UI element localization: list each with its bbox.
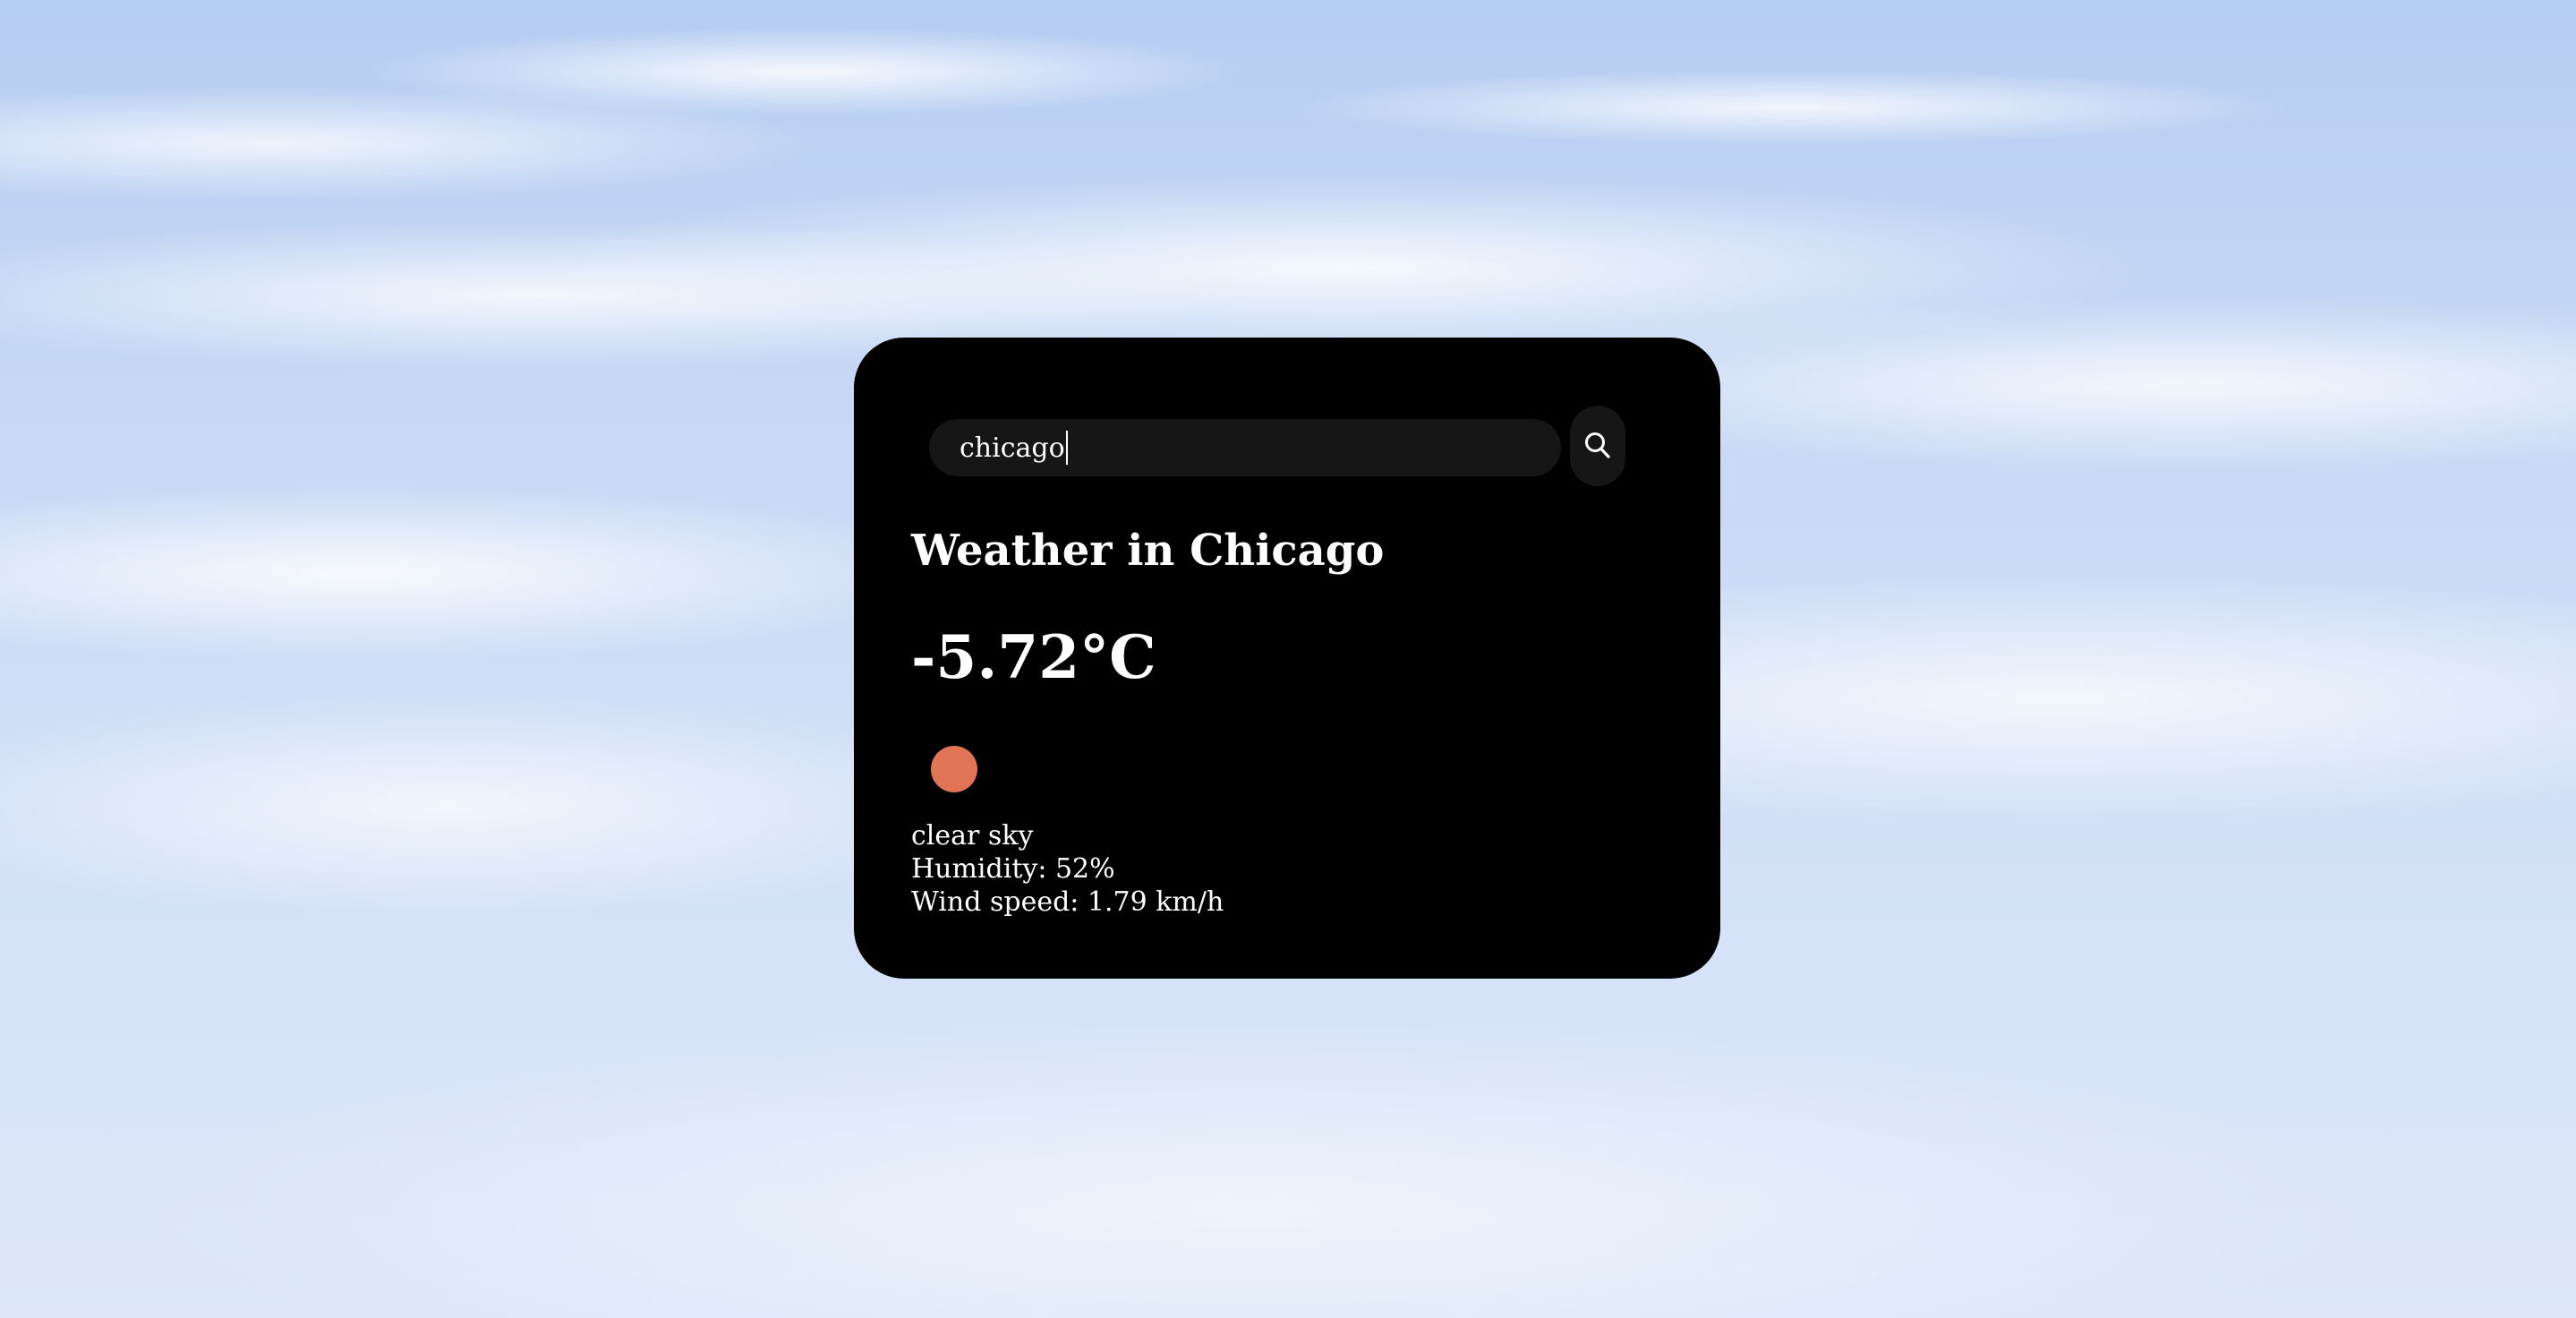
city-title: Weather in Chicago: [911, 526, 1385, 576]
weather-card: chicago Weather in Chicago -5.72°C clear…: [854, 338, 1720, 979]
text-caret: [1065, 431, 1068, 465]
weather-description: clear sky: [911, 820, 1034, 852]
search-icon: [1585, 432, 1610, 458]
wind-speed-text: Wind speed: 1.79 km/h: [911, 886, 1224, 918]
sun-icon: [931, 746, 977, 792]
search-bar: chicago: [929, 406, 1683, 486]
weather-details: clear sky Humidity: 52% Wind speed: 1.79…: [911, 819, 1224, 919]
temperature: -5.72°C: [911, 622, 1156, 692]
search-input[interactable]: chicago: [929, 419, 1561, 476]
search-input-value: chicago: [960, 432, 1065, 464]
humidity-text: Humidity: 52%: [911, 853, 1115, 885]
search-button[interactable]: [1570, 406, 1625, 486]
